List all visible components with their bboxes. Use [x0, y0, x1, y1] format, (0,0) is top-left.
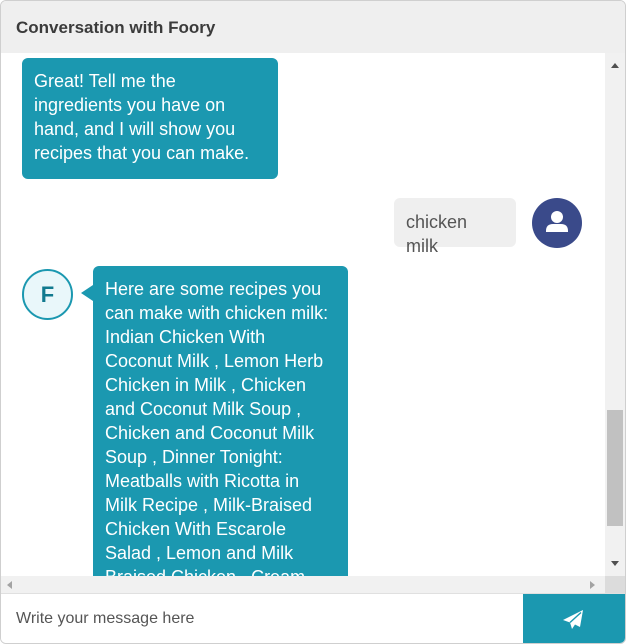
- arrow-right-icon[interactable]: [590, 581, 595, 589]
- horizontal-scrollbar[interactable]: [1, 576, 605, 593]
- user-avatar: [532, 198, 582, 248]
- user-message: chicken milk: [394, 198, 516, 256]
- bubble-tail: [81, 285, 93, 301]
- chat-window: Conversation with Foory Great! Tell me t…: [0, 0, 626, 644]
- vertical-scrollbar[interactable]: [605, 53, 625, 576]
- arrow-up-icon[interactable]: [611, 63, 619, 68]
- bot-message: Great! Tell me the ingredients you have …: [22, 58, 278, 179]
- message-list[interactable]: Great! Tell me the ingredients you have …: [1, 53, 605, 576]
- paper-plane-icon: [563, 610, 583, 629]
- scrollbar-corner: [605, 576, 625, 593]
- arrow-down-icon[interactable]: [611, 561, 619, 566]
- arrow-left-icon[interactable]: [7, 581, 12, 589]
- chat-header: Conversation with Foory: [1, 1, 625, 54]
- send-button[interactable]: [523, 594, 625, 643]
- message-input[interactable]: [1, 594, 521, 643]
- user-icon: [546, 211, 568, 232]
- chat-title: Conversation with Foory: [16, 18, 216, 37]
- bot-avatar: F: [22, 269, 73, 320]
- scrollbar-thumb[interactable]: [607, 410, 623, 526]
- message-input-bar: [1, 593, 625, 643]
- bot-message: Here are some recipes you can make with …: [93, 266, 348, 576]
